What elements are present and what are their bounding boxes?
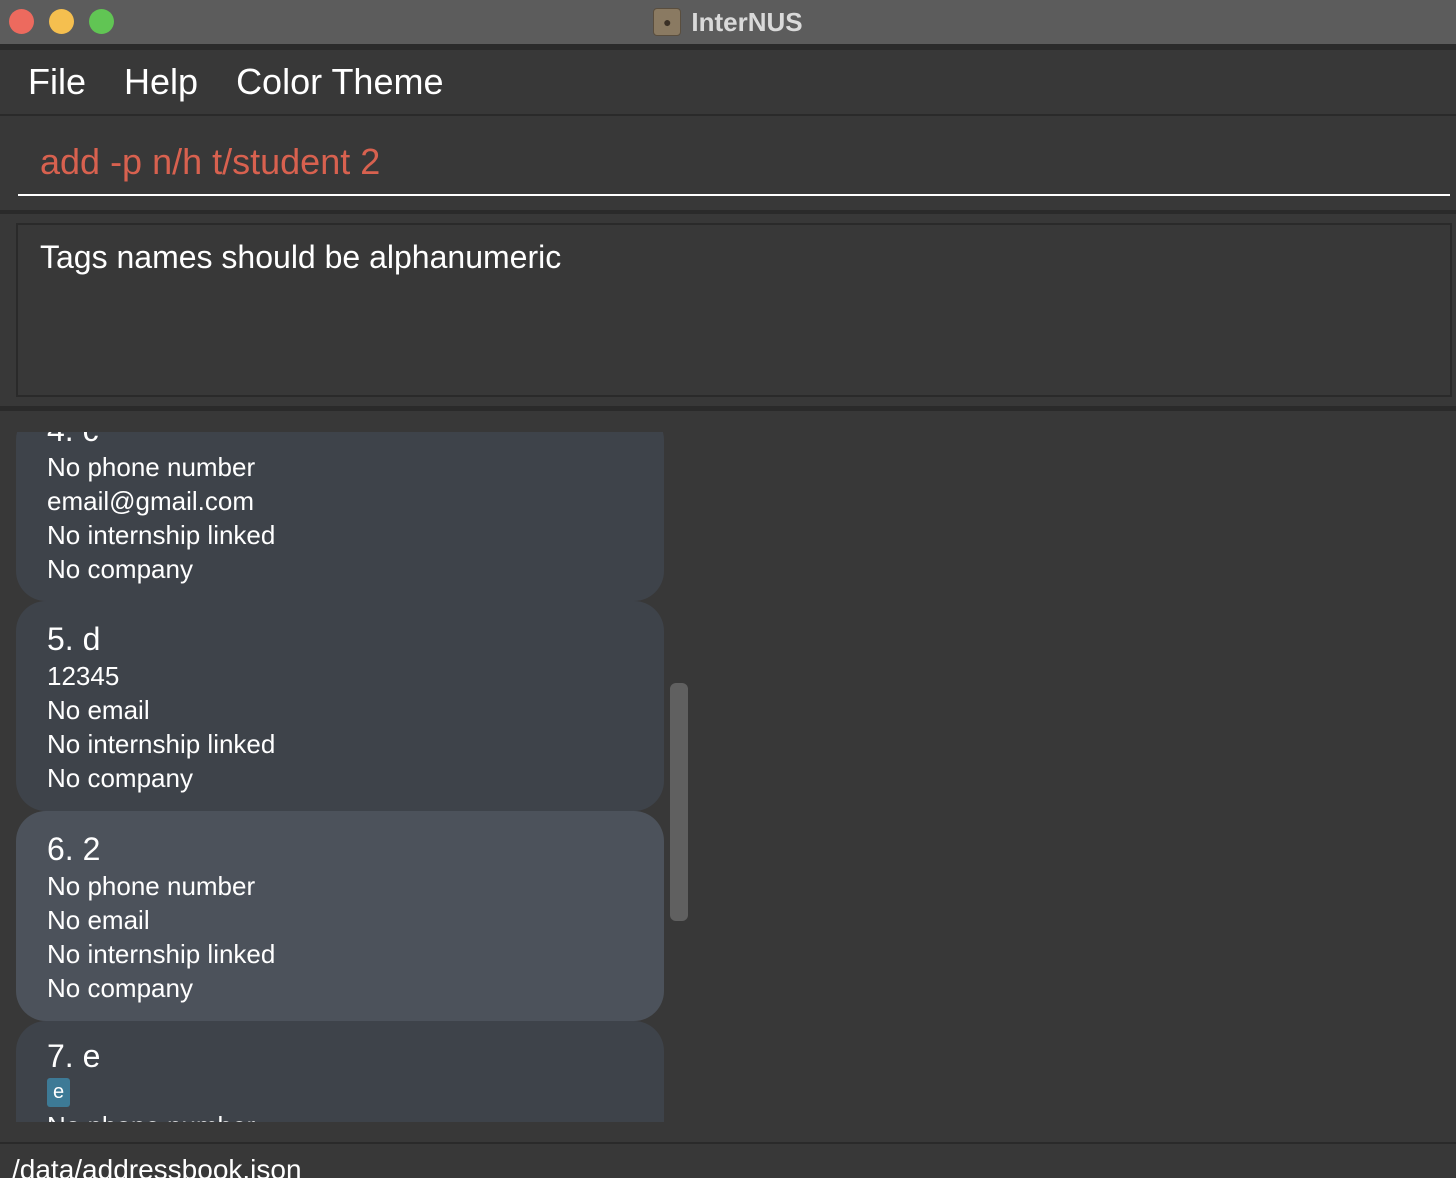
- person-tag: e: [47, 1078, 71, 1107]
- menu-bar: File Help Color Theme: [0, 50, 1456, 116]
- person-phone: No phone number: [47, 1109, 664, 1122]
- person-card[interactable]: 4. c No phone number email@gmail.com No …: [16, 432, 664, 601]
- person-email: No email: [47, 695, 150, 725]
- person-card[interactable]: 5. d 12345 No email No internship linked…: [16, 601, 664, 811]
- command-box: [0, 116, 1456, 214]
- person-internship: No internship linked: [47, 939, 276, 969]
- person-name: 5. d: [47, 621, 101, 657]
- person-card[interactable]: 7. e e No phone number: [16, 1021, 664, 1122]
- section-divider: [0, 406, 1456, 411]
- person-internship: No internship linked: [47, 729, 276, 759]
- person-company: No company: [47, 973, 193, 1003]
- person-phone: No phone number: [47, 452, 256, 482]
- status-bar: /data/addressbook.json: [0, 1142, 1456, 1178]
- person-email: No email: [47, 905, 150, 935]
- menu-file[interactable]: File: [28, 61, 86, 103]
- person-email: email@gmail.com: [47, 486, 254, 516]
- person-company: No company: [47, 554, 193, 584]
- result-message: Tags names should be alphanumeric: [40, 239, 562, 275]
- person-internship: No internship linked: [47, 520, 276, 550]
- person-name: 7. e: [47, 1038, 101, 1074]
- person-company: No company: [47, 763, 193, 793]
- window-title: InterNUS: [691, 6, 803, 37]
- command-input[interactable]: [18, 130, 1450, 196]
- person-card[interactable]: 6. 2 No phone number No email No interns…: [16, 811, 664, 1021]
- person-phone: No phone number: [47, 871, 256, 901]
- result-display: Tags names should be alphanumeric: [16, 223, 1452, 397]
- title-bar: ● InterNUS: [0, 0, 1456, 50]
- person-list-scrollbar[interactable]: [668, 432, 690, 1122]
- menu-color-theme[interactable]: Color Theme: [236, 61, 443, 103]
- scrollbar-thumb[interactable]: [670, 683, 688, 921]
- person-phone: 12345: [47, 661, 120, 691]
- menu-help[interactable]: Help: [124, 61, 198, 103]
- contact-book-icon: ●: [653, 8, 682, 36]
- person-name: 4. c: [47, 432, 664, 450]
- data-file-path: /data/addressbook.json: [12, 1154, 302, 1178]
- person-name: 6. 2: [47, 831, 101, 867]
- person-list[interactable]: 4. c No phone number email@gmail.com No …: [16, 432, 664, 1122]
- window-title-group: ● InterNUS: [0, 0, 1456, 44]
